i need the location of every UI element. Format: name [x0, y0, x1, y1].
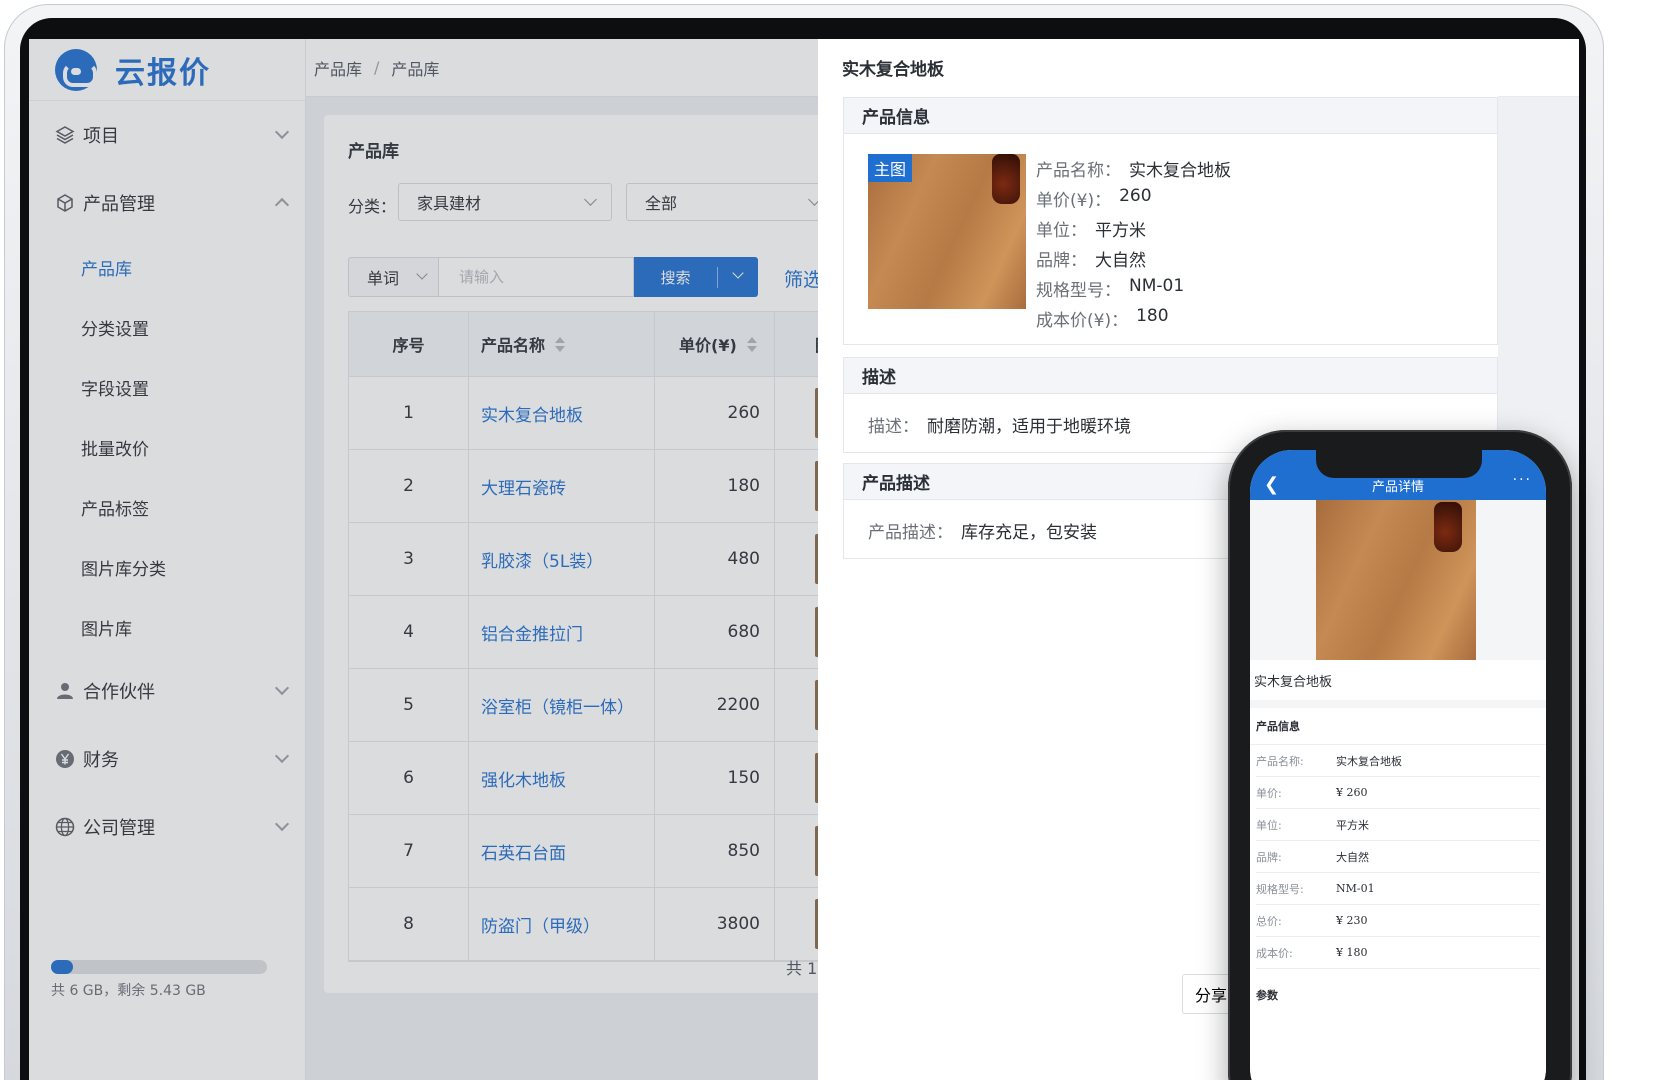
- info-row: 单位： 平方米: [1036, 216, 1146, 241]
- info-key: 单位：: [1036, 221, 1087, 241]
- phone-info-value: 实木复合地板: [1336, 754, 1402, 768]
- product-info-section: 产品信息 主图 产品名称： 实木复合地板 单价(¥)： 260 单位： 平方米 品牌： 大自然…: [843, 97, 1498, 345]
- info-value: 260: [1119, 186, 1152, 206]
- phone-page-title: 产品详情: [1371, 480, 1424, 495]
- phone-info-value: NM-01: [1336, 882, 1375, 895]
- phone-section-title: 产品信息: [1250, 708, 1546, 745]
- info-value: 180: [1136, 306, 1169, 326]
- info-value: 大自然: [1095, 251, 1146, 271]
- phone-info-value: 平方米: [1336, 818, 1369, 832]
- product-main-image[interactable]: 主图: [868, 154, 1026, 309]
- info-key: 产品名称：: [1036, 161, 1121, 181]
- phone-info-key: 总价:: [1256, 914, 1282, 928]
- phone-info-key: 品牌:: [1256, 850, 1282, 864]
- product-description-value: 库存充足，包安装: [961, 523, 1097, 543]
- phone-screen: ❮ 产品详情 ··· 实木复合地板 产品信息 产品名称: 实木复合地板 单价: ¥ 2…: [1250, 450, 1546, 1080]
- info-key: 单价(¥)：: [1036, 191, 1112, 211]
- section-title: 描述: [844, 358, 1497, 394]
- phone-info-list: 产品名称: 实木复合地板单价: ¥ 260 单位: 平方米品牌: 大自然规格型号: NM-0…: [1250, 745, 1546, 969]
- info-value: 实木复合地板: [1129, 161, 1231, 181]
- phone-info-row: 总价: ¥ 230: [1256, 905, 1540, 937]
- phone-info-row: 产品名称: 实木复合地板: [1256, 745, 1540, 777]
- info-key: 规格型号：: [1036, 281, 1121, 301]
- phone-frame: ❮ 产品详情 ··· 实木复合地板 产品信息 产品名称: 实木复合地板 单价: ¥ 2…: [1228, 430, 1572, 1080]
- stage: 云报价 项目 产品管理 产品库 分类设置 字段设置 批量改价 产品标签 图片库分…: [0, 0, 1656, 1080]
- phone-info-section: 产品信息 产品名称: 实木复合地板单价: ¥ 260 单位: 平方米品牌: 大自然规格型号…: [1250, 708, 1546, 1080]
- phone-params-title: 参数: [1256, 989, 1278, 1002]
- info-row: 产品名称： 实木复合地板: [1036, 156, 1231, 181]
- info-key: 成本价(¥)：: [1036, 311, 1129, 331]
- phone-notch: [1316, 450, 1482, 478]
- info-row: 规格型号： NM-01: [1036, 276, 1184, 301]
- phone-info-key: 规格型号:: [1256, 882, 1304, 896]
- phone-info-row: 单价: ¥ 260: [1256, 777, 1540, 809]
- drawer-title: 实木复合地板: [842, 60, 944, 80]
- bottle-image: [992, 154, 1020, 204]
- description-value: 耐磨防潮，适用于地暖环境: [927, 417, 1131, 437]
- info-key: 品牌：: [1036, 251, 1087, 271]
- product-description-key: 产品描述：: [868, 523, 953, 543]
- bottle-image: [1434, 502, 1462, 552]
- info-row: 成本价(¥)： 180: [1036, 306, 1169, 331]
- phone-product-name: 实木复合地板: [1250, 660, 1546, 700]
- phone-info-key: 成本价:: [1256, 946, 1293, 960]
- description-key: 描述：: [868, 417, 919, 437]
- phone-info-value: 大自然: [1336, 850, 1369, 864]
- phone-info-row: 品牌: 大自然: [1256, 841, 1540, 873]
- phone-product-image[interactable]: [1316, 500, 1476, 660]
- info-value: 平方米: [1095, 221, 1146, 241]
- phone-info-value: ¥ 260: [1336, 786, 1368, 799]
- modal-overlay[interactable]: [29, 39, 818, 1080]
- info-row: 品牌： 大自然: [1036, 246, 1146, 271]
- phone-info-row: 成本价: ¥ 180: [1256, 937, 1540, 969]
- phone-info-key: 单位:: [1256, 818, 1282, 832]
- main-image-tag: 主图: [868, 154, 913, 182]
- info-value: NM-01: [1129, 276, 1185, 296]
- phone-info-value: ¥ 230: [1336, 914, 1368, 927]
- more-icon[interactable]: ···: [1513, 472, 1532, 488]
- section-title: 产品信息: [844, 98, 1497, 134]
- phone-info-key: 单价:: [1256, 786, 1282, 800]
- phone-info-value: ¥ 180: [1336, 946, 1368, 959]
- phone-info-row: 单位: 平方米: [1256, 809, 1540, 841]
- info-row: 单价(¥)： 260: [1036, 186, 1152, 211]
- phone-info-row: 规格型号: NM-01: [1256, 873, 1540, 905]
- phone-info-key: 产品名称:: [1256, 754, 1304, 768]
